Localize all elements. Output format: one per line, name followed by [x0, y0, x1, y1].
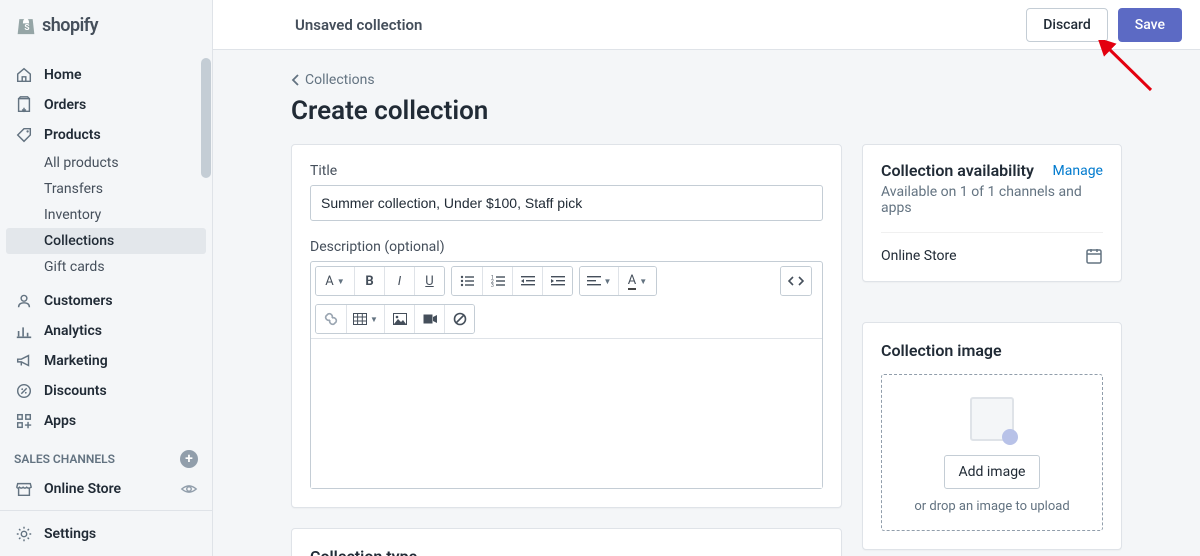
sidebar-item-home[interactable]: Home [0, 60, 212, 90]
card-collection-type: Collection type [291, 528, 842, 556]
card-details: Title Description (optional) A▼ B I U [291, 144, 842, 508]
ordered-list-button[interactable]: 123 [482, 267, 512, 295]
discounts-icon [14, 381, 34, 401]
sidebar-sub-inventory[interactable]: Inventory [0, 202, 212, 228]
image-button[interactable] [384, 305, 414, 333]
view-store-icon[interactable] [180, 480, 198, 498]
sidebar-item-label: Products [44, 127, 101, 143]
caret-down-icon: ▼ [639, 277, 647, 286]
description-label: Description (optional) [310, 239, 823, 255]
svg-text:S: S [24, 23, 29, 33]
main-nav: Home Orders Products All products Transf… [0, 50, 212, 510]
outdent-button[interactable] [512, 267, 542, 295]
collection-type-heading: Collection type [310, 547, 823, 556]
rich-text-editor: A▼ B I U 123 ▼ A▼ [310, 261, 823, 489]
manage-link[interactable]: Manage [1053, 163, 1103, 179]
sidebar-sub-all-products[interactable]: All products [0, 150, 212, 176]
topbar: Unsaved collection Discard Save [213, 0, 1200, 50]
sidebar-item-products[interactable]: Products [0, 120, 212, 150]
title-input[interactable] [310, 185, 823, 221]
sidebar-item-label: Orders [44, 97, 86, 113]
caret-down-icon: ▼ [370, 315, 378, 324]
store-icon [14, 479, 34, 499]
discard-button[interactable]: Discard [1026, 8, 1107, 42]
shopify-bag-icon: S [16, 14, 36, 36]
add-channel-icon[interactable]: + [180, 450, 198, 468]
description-textarea[interactable] [311, 338, 822, 488]
brand-name: shopify [42, 15, 98, 36]
sales-channels-header: SALES CHANNELS + [0, 436, 212, 474]
bold-button[interactable]: B [354, 267, 384, 295]
svg-text:3: 3 [491, 283, 494, 287]
format-dropdown[interactable]: A▼ [316, 267, 354, 295]
calendar-icon[interactable] [1085, 247, 1103, 265]
breadcrumb-back[interactable]: Collections [291, 72, 1122, 88]
sidebar-sub-collections[interactable]: Collections [6, 228, 206, 254]
availability-store: Online Store [881, 248, 957, 264]
sidebar-item-customers[interactable]: Customers [0, 286, 212, 316]
sidebar-item-label: Analytics [44, 323, 102, 339]
underline-button[interactable]: U [414, 267, 444, 295]
color-dropdown[interactable]: A▼ [618, 267, 656, 295]
drop-hint: or drop an image to upload [914, 499, 1069, 514]
save-button[interactable]: Save [1118, 8, 1182, 42]
availability-status: Available on 1 of 1 channels and apps [881, 184, 1103, 216]
sidebar-item-online-store[interactable]: Online Store [0, 474, 212, 504]
sidebar-item-label: Customers [44, 293, 113, 309]
products-icon [14, 125, 34, 145]
indent-button[interactable] [542, 267, 572, 295]
chevron-left-icon [291, 74, 301, 86]
sidebar-item-marketing[interactable]: Marketing [0, 346, 212, 376]
sidebar-sub-transfers[interactable]: Transfers [0, 176, 212, 202]
main-content: Collections Create collection Title Desc… [213, 50, 1200, 556]
sidebar-item-discounts[interactable]: Discounts [0, 376, 212, 406]
sidebar-item-analytics[interactable]: Analytics [0, 316, 212, 346]
clear-format-button[interactable] [444, 305, 474, 333]
sidebar-item-label: Online Store [44, 481, 121, 497]
gear-icon [14, 524, 34, 544]
html-view-button[interactable] [781, 267, 811, 295]
caret-down-icon: ▼ [337, 277, 345, 286]
home-icon [14, 65, 34, 85]
link-button[interactable] [316, 305, 346, 333]
customers-icon [14, 291, 34, 311]
caret-down-icon: ▼ [604, 277, 612, 286]
sidebar-item-label: Apps [44, 413, 76, 429]
breadcrumb-label: Collections [305, 72, 375, 88]
card-availability: Collection availability Manage Available… [862, 144, 1122, 282]
availability-heading: Collection availability [881, 161, 1034, 180]
page-title: Create collection [291, 96, 1122, 126]
sidebar-item-apps[interactable]: Apps [0, 406, 212, 436]
italic-button[interactable]: I [384, 267, 414, 295]
topbar-title: Unsaved collection [231, 16, 422, 34]
image-drop-zone[interactable]: Add image or drop an image to upload [881, 374, 1103, 531]
align-dropdown[interactable]: ▼ [580, 267, 618, 295]
sidebar-item-label: Discounts [44, 383, 107, 399]
sidebar-item-label: Home [44, 67, 82, 83]
apps-icon [14, 411, 34, 431]
brand-logo[interactable]: S shopify [0, 0, 212, 50]
image-heading: Collection image [881, 341, 1103, 360]
video-button[interactable] [414, 305, 444, 333]
bullet-list-button[interactable] [452, 267, 482, 295]
sidebar-item-label: Marketing [44, 353, 108, 369]
analytics-icon [14, 321, 34, 341]
sidebar-item-settings[interactable]: Settings [0, 510, 212, 556]
sidebar-scrollbar[interactable] [201, 58, 211, 178]
table-button[interactable]: ▼ [346, 305, 384, 333]
orders-icon [14, 95, 34, 115]
marketing-icon [14, 351, 34, 371]
card-collection-image: Collection image Add image or drop an im… [862, 322, 1122, 550]
sidebar: S shopify Home Orders Products All produ… [0, 0, 213, 556]
image-placeholder-icon [970, 397, 1014, 441]
add-image-button[interactable]: Add image [944, 455, 1041, 489]
sidebar-item-label: Settings [44, 526, 96, 542]
title-label: Title [310, 163, 823, 179]
sidebar-item-orders[interactable]: Orders [0, 90, 212, 120]
sidebar-sub-gift-cards[interactable]: Gift cards [0, 254, 212, 280]
